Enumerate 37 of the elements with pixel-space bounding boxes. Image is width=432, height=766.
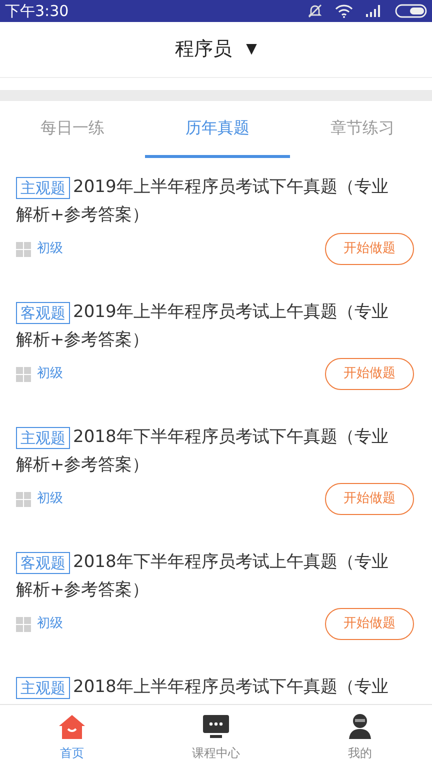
battery-icon xyxy=(395,4,427,18)
user-icon xyxy=(347,712,373,740)
difficulty-level: 初级 xyxy=(37,490,63,508)
status-time: 下午3:30 xyxy=(5,4,69,18)
nav-label: 首页 xyxy=(60,745,84,762)
home-icon xyxy=(58,714,86,740)
paper-title-line[interactable]: 2018年下半年程序员考试上午真题（专业 xyxy=(73,550,388,576)
mute-icon xyxy=(307,3,323,19)
question-type-tag: 主观题 xyxy=(16,177,70,199)
paper-title-line[interactable]: 解析+参考答案） xyxy=(16,578,150,604)
wifi-icon xyxy=(335,4,353,18)
paper-title-line[interactable]: 解析+参考答案） xyxy=(16,203,150,229)
grid-icon xyxy=(16,366,31,382)
difficulty-level: 初级 xyxy=(37,615,63,634)
nav-label: 课程中心 xyxy=(192,745,240,762)
question-type-tag: 主观题 xyxy=(16,427,70,449)
paper-title-line[interactable]: 2019年上半年程序员考试下午真题（专业 xyxy=(73,175,388,201)
difficulty-level: 初级 xyxy=(37,240,63,258)
dropdown-caret[interactable]: ▼ xyxy=(246,39,257,60)
monitor-icon xyxy=(202,714,230,740)
nav-item[interactable]: 我的 xyxy=(288,705,432,766)
paper-title-line[interactable]: 解析+参考答案） xyxy=(16,328,150,354)
page-title[interactable]: 程序员 xyxy=(175,35,232,64)
nav-item[interactable]: 课程中心 xyxy=(144,705,288,766)
difficulty-level: 初级 xyxy=(37,365,63,384)
signal-icon xyxy=(365,5,383,17)
paper-title-line[interactable]: 解析+参考答案） xyxy=(16,453,150,479)
nav-label: 我的 xyxy=(348,745,372,762)
question-type-tag: 客观题 xyxy=(16,552,70,574)
paper-title-line[interactable]: 2018年上半年程序员考试下午真题（专业 xyxy=(73,675,388,701)
paper-title-line[interactable]: 2019年上半年程序员考试上午真题（专业 xyxy=(73,300,388,326)
question-type-tag: 主观题 xyxy=(16,677,70,699)
grid-icon xyxy=(16,492,31,506)
grid-icon xyxy=(16,616,31,632)
question-type-tag: 客观题 xyxy=(16,302,70,324)
paper-title-line[interactable]: 2018年下半年程序员考试下午真题（专业 xyxy=(73,425,388,451)
grid-icon xyxy=(16,242,31,256)
